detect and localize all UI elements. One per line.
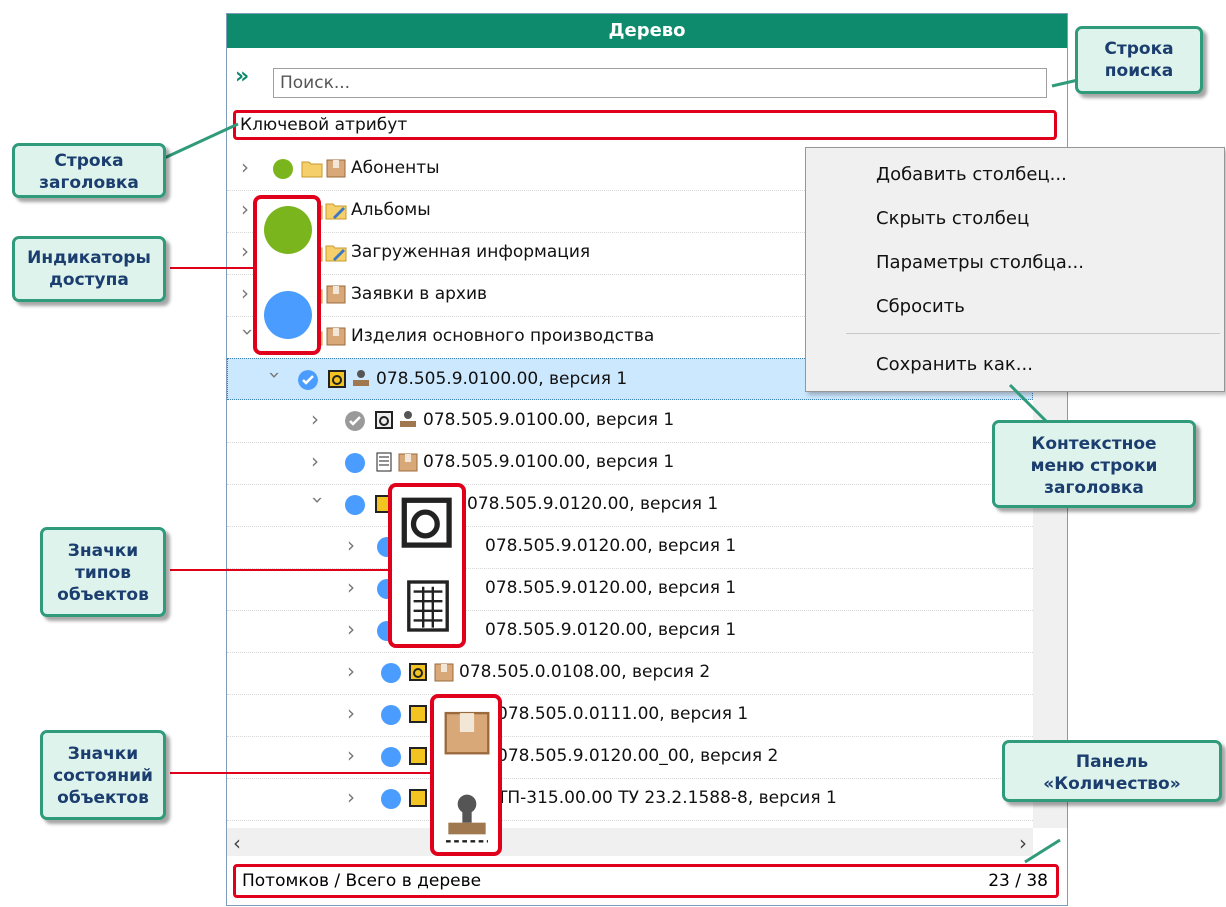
callout-search-row: Строка поиска bbox=[1075, 26, 1203, 94]
callout-text: доступа bbox=[49, 270, 129, 290]
callout-text: Строка bbox=[54, 151, 124, 171]
callout-object-states: Значки состояний объектов bbox=[40, 730, 166, 820]
callout-text: типов bbox=[75, 563, 131, 583]
callout-text: Индикаторы bbox=[27, 248, 151, 268]
callout-text: состояний bbox=[53, 766, 153, 786]
callout-text: Значки bbox=[67, 541, 139, 561]
callout-text: заголовка bbox=[39, 173, 139, 193]
callout-header-row: Строка заголовка bbox=[12, 143, 166, 198]
callout-text: поиска bbox=[1104, 61, 1174, 81]
callout-text: объектов bbox=[57, 788, 149, 808]
callout-text: Значки bbox=[67, 744, 139, 764]
callout-access-indicators: Индикаторы доступа bbox=[12, 236, 166, 302]
callout-text: объектов bbox=[57, 585, 149, 605]
callout-text: заголовка bbox=[1044, 478, 1144, 498]
callout-text: Панель bbox=[1075, 752, 1149, 772]
callout-text: Контекстное bbox=[1031, 434, 1157, 454]
callout-context-menu: Контекстное меню строки заголовка bbox=[992, 420, 1196, 508]
callout-text: меню строки bbox=[1030, 456, 1158, 476]
callout-count-panel: Панель «Количество» bbox=[1002, 740, 1222, 802]
callout-text: Строка bbox=[1104, 39, 1174, 59]
callout-text: «Количество» bbox=[1043, 774, 1181, 794]
callout-object-types: Значки типов объектов bbox=[40, 527, 166, 617]
